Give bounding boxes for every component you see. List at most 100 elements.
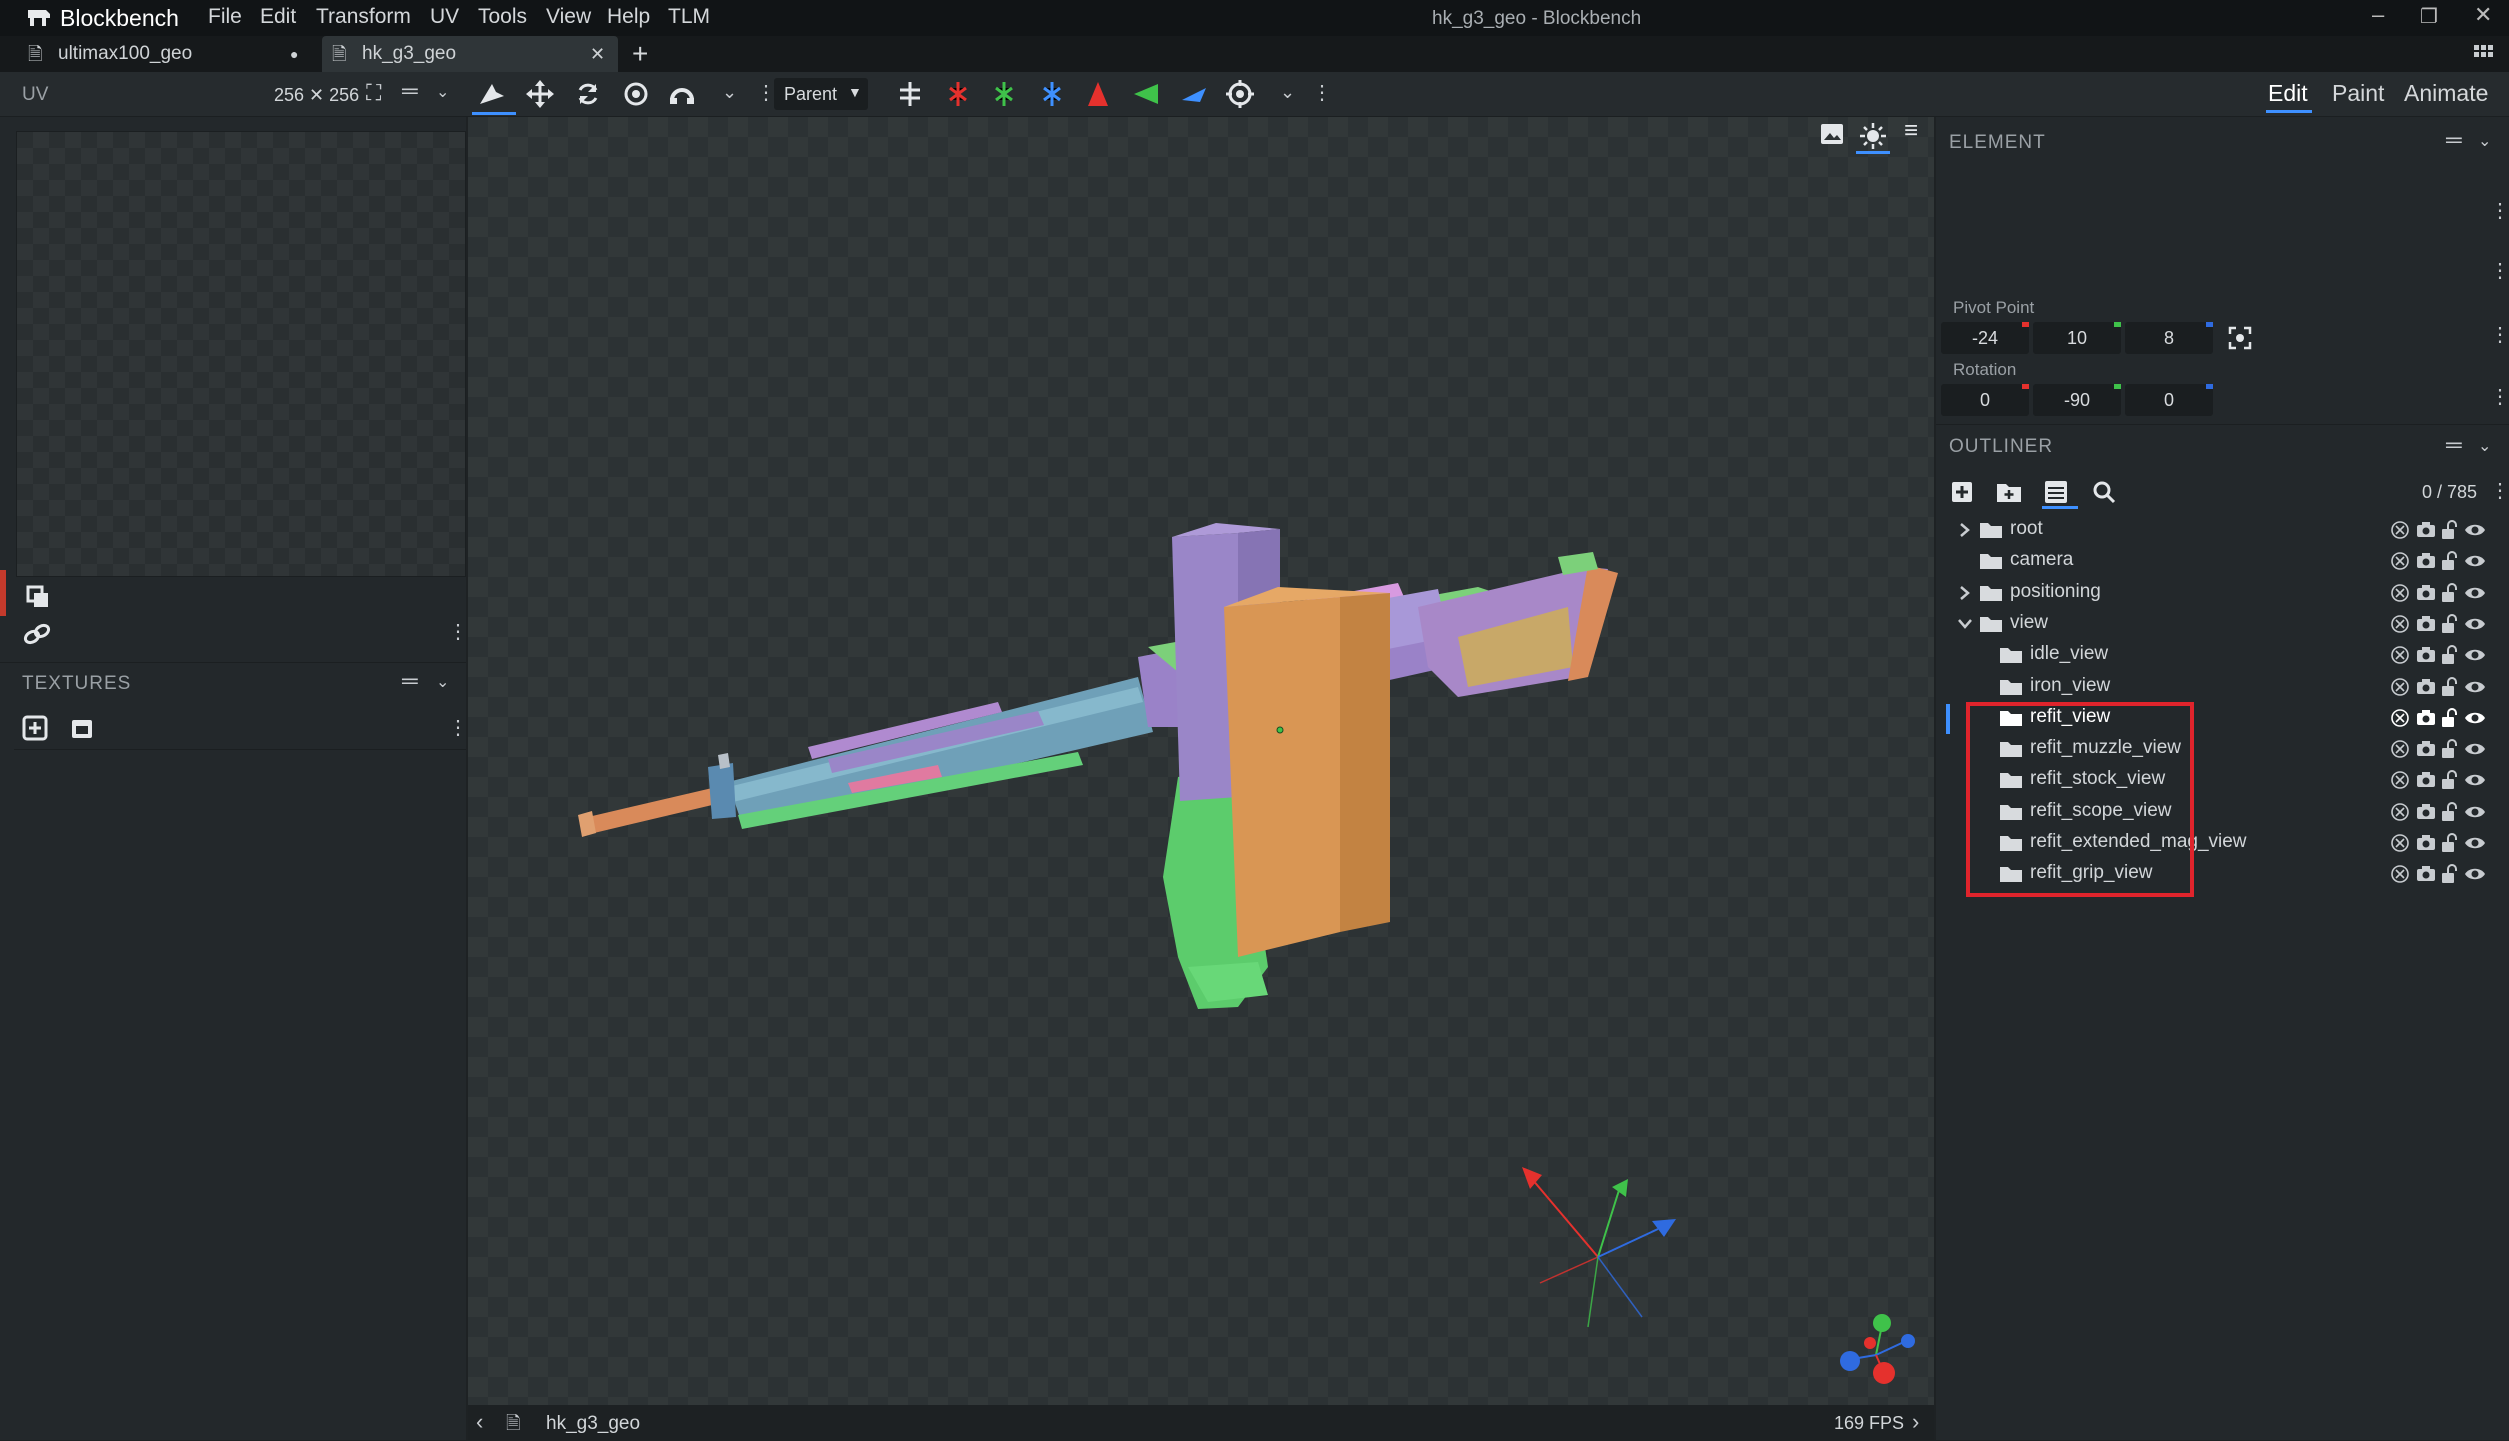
lock-icon[interactable]: [2440, 833, 2460, 853]
rotation-z-input[interactable]: 0: [2125, 384, 2213, 416]
lock-icon[interactable]: [2440, 551, 2460, 571]
more-options-icon[interactable]: ⋮: [448, 619, 468, 644]
close-window-button[interactable]: ✕: [2474, 2, 2492, 28]
camera-icon[interactable]: [2416, 645, 2436, 663]
menu-transform[interactable]: Transform: [316, 5, 411, 29]
export-toggle-icon[interactable]: [2390, 864, 2410, 884]
export-toggle-icon[interactable]: [2390, 677, 2410, 697]
lock-icon[interactable]: [2440, 802, 2460, 822]
visibility-eye-icon[interactable]: [2464, 614, 2486, 634]
export-toggle-icon[interactable]: [2390, 551, 2410, 571]
menu-view[interactable]: View: [546, 5, 591, 29]
export-toggle-icon[interactable]: [2390, 833, 2410, 853]
orientation-gizmo[interactable]: [1836, 1309, 1916, 1389]
chevron-down-icon[interactable]: ⌄: [722, 82, 737, 103]
pivot-z-input[interactable]: 8: [2125, 322, 2213, 354]
visibility-eye-icon[interactable]: [2464, 802, 2486, 822]
import-texture-icon[interactable]: [22, 715, 48, 741]
more-options-icon[interactable]: ⋮: [448, 715, 468, 740]
chevron-right-icon[interactable]: [1958, 586, 1970, 600]
mode-animate-tab[interactable]: Animate: [2404, 80, 2488, 107]
create-texture-icon[interactable]: [70, 717, 94, 741]
mode-edit-tab[interactable]: Edit: [2268, 80, 2308, 107]
3d-viewport[interactable]: ≡: [468, 117, 1934, 1405]
center-x-icon[interactable]: [942, 78, 974, 110]
chevron-down-icon[interactable]: ⌄: [2478, 131, 2491, 151]
more-options-icon[interactable]: ⋮: [2490, 198, 2509, 223]
lock-icon[interactable]: [2440, 614, 2460, 634]
screenshot-icon[interactable]: [1820, 123, 1844, 145]
camera-icon[interactable]: [2416, 802, 2436, 820]
move-tool-icon[interactable]: [476, 78, 508, 110]
export-toggle-icon[interactable]: [2390, 614, 2410, 634]
visibility-eye-icon[interactable]: [2464, 708, 2486, 728]
visibility-eye-icon[interactable]: [2464, 739, 2486, 759]
vertex-snap-icon[interactable]: [666, 78, 698, 110]
visibility-eye-icon[interactable]: [2464, 833, 2486, 853]
more-options-icon[interactable]: ⋮: [2490, 258, 2509, 283]
camera-icon[interactable]: [2416, 770, 2436, 788]
snap-target-icon[interactable]: [1224, 78, 1256, 110]
toggle-options-icon[interactable]: [2044, 480, 2068, 504]
gun-model[interactable]: [578, 497, 1658, 1097]
pivot-x-input[interactable]: -24: [1941, 322, 2029, 354]
viewport-menu-icon[interactable]: ≡: [1904, 117, 1918, 145]
lock-icon[interactable]: [2440, 520, 2460, 540]
chevron-down-icon[interactable]: [1958, 617, 1972, 629]
chevron-down-icon[interactable]: ⌄: [1280, 82, 1295, 103]
lock-icon[interactable]: [2440, 770, 2460, 790]
menu-file[interactable]: File: [208, 5, 242, 29]
transform-gizmo[interactable]: [1508, 1157, 1708, 1337]
more-options-icon[interactable]: ⋮: [2490, 384, 2509, 409]
visibility-eye-icon[interactable]: [2464, 583, 2486, 603]
rotation-x-input[interactable]: 0: [1941, 384, 2029, 416]
visibility-eye-icon[interactable]: [2464, 677, 2486, 697]
mirror-x-icon[interactable]: [1082, 78, 1114, 110]
new-tab-button[interactable]: +: [632, 36, 648, 72]
lock-icon[interactable]: [2440, 677, 2460, 697]
lock-icon[interactable]: [2440, 708, 2460, 728]
visibility-eye-icon[interactable]: [2464, 520, 2486, 540]
camera-icon[interactable]: [2416, 739, 2436, 757]
camera-icon[interactable]: [2416, 677, 2436, 695]
menu-uv[interactable]: UV: [430, 5, 459, 29]
visibility-eye-icon[interactable]: [2464, 770, 2486, 790]
panel-menu-icon[interactable]: ═: [2446, 432, 2462, 458]
chevron-right-icon[interactable]: ›: [1912, 1409, 1919, 1435]
camera-icon[interactable]: [2416, 551, 2436, 569]
pivot-y-input[interactable]: 10: [2033, 322, 2121, 354]
center-all-icon[interactable]: [894, 78, 926, 110]
menu-tlm[interactable]: TLM: [668, 5, 710, 29]
mirror-y-icon[interactable]: [1130, 78, 1162, 110]
panel-menu-icon[interactable]: ═: [402, 78, 418, 104]
lock-icon[interactable]: [2440, 645, 2460, 665]
export-toggle-icon[interactable]: [2390, 645, 2410, 665]
center-z-icon[interactable]: [1036, 78, 1068, 110]
more-options-icon[interactable]: ⋮: [1312, 80, 1332, 105]
fullscreen-icon[interactable]: ⛶: [366, 80, 381, 106]
mode-paint-tab[interactable]: Paint: [2332, 80, 2384, 107]
visibility-eye-icon[interactable]: [2464, 551, 2486, 571]
lock-icon[interactable]: [2440, 583, 2460, 603]
export-toggle-icon[interactable]: [2390, 708, 2410, 728]
center-pivot-icon[interactable]: [2228, 326, 2252, 350]
camera-icon[interactable]: [2416, 833, 2436, 851]
more-options-icon[interactable]: ⋮: [2490, 322, 2509, 347]
lighting-icon[interactable]: [1858, 121, 1888, 151]
chevron-down-icon[interactable]: ⌄: [2478, 436, 2491, 456]
visibility-eye-icon[interactable]: [2464, 645, 2486, 665]
menu-edit[interactable]: Edit: [260, 5, 296, 29]
add-cube-icon[interactable]: [1950, 480, 1974, 504]
mirror-z-icon[interactable]: [1178, 78, 1210, 110]
pivot-mode-select[interactable]: Parent ▼: [774, 78, 868, 110]
uv-editor-canvas[interactable]: [16, 131, 466, 577]
visibility-eye-icon[interactable]: [2464, 864, 2486, 884]
camera-icon[interactable]: [2416, 614, 2436, 632]
lock-icon[interactable]: [2440, 864, 2460, 884]
export-toggle-icon[interactable]: [2390, 583, 2410, 603]
panel-menu-icon[interactable]: ═: [402, 668, 418, 694]
center-y-icon[interactable]: [988, 78, 1020, 110]
tab-hk-g3-geo[interactable]: 🗎 hk_g3_geo ✕: [322, 36, 618, 72]
rotation-y-input[interactable]: -90: [2033, 384, 2121, 416]
camera-icon[interactable]: [2416, 520, 2436, 538]
